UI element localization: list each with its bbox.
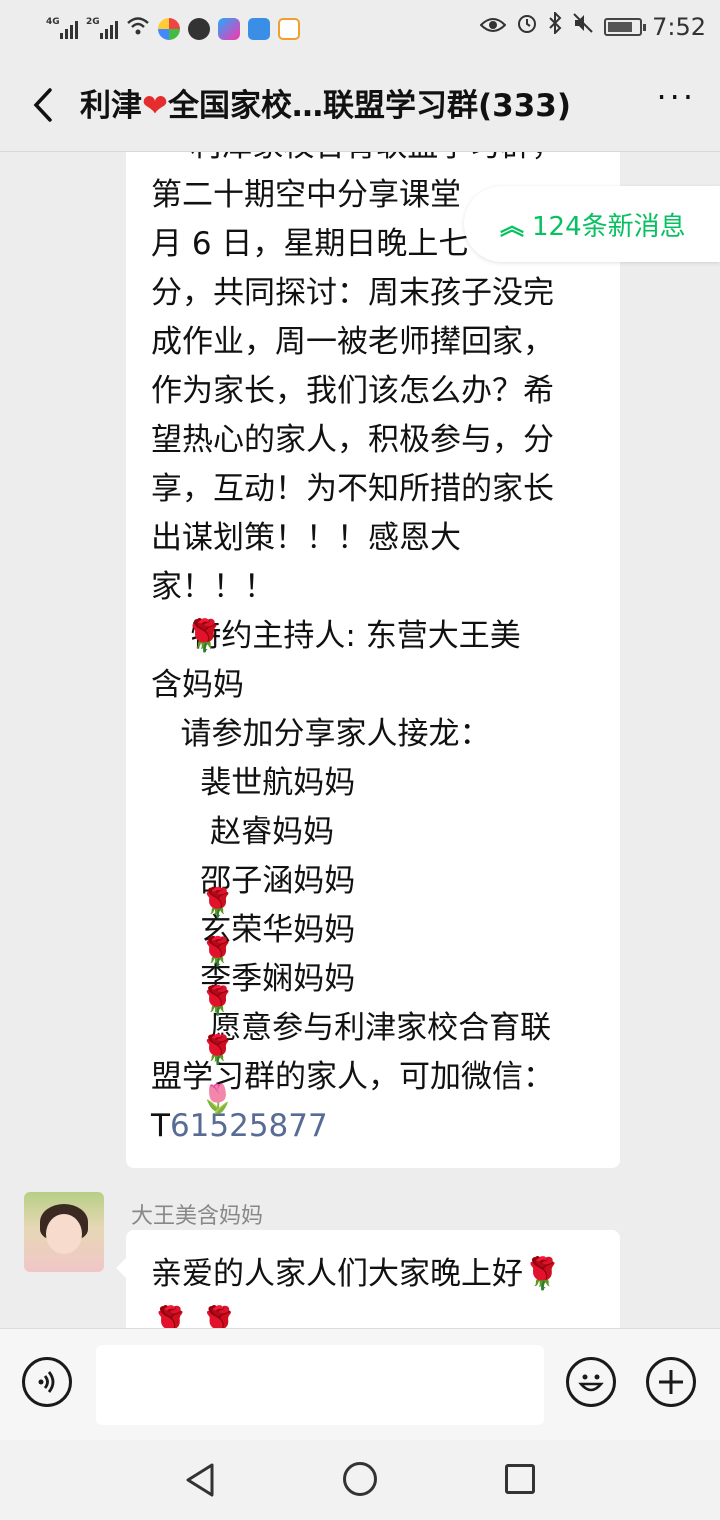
network-label: 2G — [86, 17, 100, 27]
nav-home-button[interactable] — [343, 1462, 377, 1496]
alarm-icon — [516, 12, 538, 42]
wechat-prefix: T — [151, 1108, 170, 1144]
more-functions-button[interactable] — [646, 1357, 696, 1407]
nav-recent-button[interactable] — [505, 1464, 535, 1494]
msg-line: 含妈妈 — [151, 667, 244, 703]
avatar[interactable] — [24, 1192, 104, 1272]
msg-line: 享，互动！为不知所措的家长 — [151, 471, 554, 507]
msg-line: 玄荣华妈妈 — [151, 912, 356, 948]
msg-line: 分，共同探讨：周末孩子没完 — [151, 275, 554, 311]
sender-name: 大王美含妈妈 — [131, 1204, 264, 1229]
bubble-tail — [116, 1258, 126, 1278]
message-bubble[interactable]: 利津家校合育联盟学习群， 第二十期空中分享课堂 月 6 日，星期日晚上七 分，共… — [126, 152, 620, 1168]
status-right: 7:52 — [479, 10, 706, 42]
signal-icon: 2G — [86, 17, 118, 39]
signal-icon: 4G — [46, 17, 78, 39]
chat-title: 利津❤全国家校…联盟学习群(333) — [80, 80, 571, 125]
heart-icon: ❤ — [142, 88, 168, 124]
rose-icon: 🌹 — [200, 886, 235, 919]
wifi-icon — [126, 14, 150, 44]
msg-line: 作为家长，我们该怎么办？希 — [151, 373, 554, 409]
msg-line: 家！！！ — [151, 569, 275, 605]
plus-icon — [659, 1370, 683, 1394]
status-bar: 4G 2G 7:52 — [0, 0, 720, 58]
more-icon: ··· — [656, 78, 696, 116]
msg-line: 第二十期空中分享课堂 — [151, 177, 461, 213]
status-time: 7:52 — [652, 13, 706, 41]
smiley-icon — [578, 1374, 604, 1392]
chevron-left-icon — [33, 88, 52, 122]
msg-line: 裴世航妈妈 — [151, 765, 356, 801]
input-bar — [0, 1328, 720, 1440]
msg-line: 望热心的家人，积极参与，分 — [151, 422, 554, 458]
title-suffix: 全国家校…联盟学习群(333) — [167, 88, 572, 124]
chat-area[interactable]: 利津家校合育联盟学习群， 第二十期空中分享课堂 月 6 日，星期日晚上七 分，共… — [0, 152, 720, 1328]
rose-icon: 🌷 — [200, 1082, 235, 1115]
app-notification-icon — [188, 18, 210, 40]
message-app-icon — [248, 18, 270, 40]
rose-icon: 🌹 — [200, 1033, 235, 1066]
mute-icon — [572, 12, 594, 42]
avatar-face — [46, 1214, 82, 1254]
youku-icon — [218, 18, 240, 40]
msg-line: 邵子涵妈妈 — [151, 863, 356, 899]
triangle-back-icon — [186, 1463, 214, 1497]
rose-icon: 🌹 — [185, 618, 224, 654]
rose-icon: 🌹 — [200, 935, 235, 968]
msg-line: 月 6 日，星期日晚上七 — [151, 226, 470, 262]
title-prefix: 利津 — [80, 88, 142, 124]
status-left: 4G 2G — [46, 14, 300, 44]
new-messages-label: 124条新消息 — [532, 212, 686, 242]
battery-icon — [604, 18, 647, 36]
double-chevron-up-icon: ︽ — [500, 212, 524, 240]
eye-icon — [479, 12, 507, 42]
message-input[interactable] — [96, 1345, 544, 1425]
new-messages-button[interactable]: ︽ 124条新消息 — [464, 186, 720, 262]
msg-line: 成作业，周一被老师撵回家， — [151, 324, 554, 360]
msg-line: 李季娴妈妈 — [151, 961, 356, 997]
bluetooth-icon — [548, 10, 562, 42]
msg-line: 出谋划策！！！感恩大 — [151, 520, 461, 556]
rose-icon: 🌹 🌹 — [151, 1305, 239, 1328]
back-button[interactable] — [26, 82, 66, 128]
calendar-app-icon — [278, 18, 300, 40]
rose-icon: 🌹 — [200, 984, 235, 1017]
voice-button[interactable] — [22, 1357, 72, 1407]
message-bubble[interactable]: 亲爱的人家人们大家晚上好🌹 🌹 🌹 — [116, 1230, 620, 1328]
msg-line: 利津家校合育联盟学习群， — [151, 152, 562, 164]
wechat-number-link[interactable]: 61525877 — [170, 1108, 328, 1144]
message-text: 亲爱的人家人们大家晚上好🌹 🌹 🌹 — [151, 1250, 562, 1328]
msg-line: 亲爱的人家人们大家晚上好 — [151, 1256, 523, 1292]
rose-icon: 🌹 — [523, 1256, 562, 1292]
system-nav-bar — [0, 1440, 720, 1520]
more-options-button[interactable]: ··· — [656, 78, 696, 116]
emoji-button[interactable] — [566, 1357, 616, 1407]
msg-line: 赵睿妈妈 — [151, 814, 335, 850]
voice-icon — [38, 1371, 55, 1393]
nav-back-button[interactable] — [184, 1462, 216, 1502]
network-label: 4G — [46, 17, 60, 27]
chat-header: 利津❤全国家校…联盟学习群(333) ··· — [0, 58, 720, 152]
app-notification-icon — [158, 18, 180, 40]
msg-line: 请参加分享家人接龙： — [151, 716, 491, 752]
